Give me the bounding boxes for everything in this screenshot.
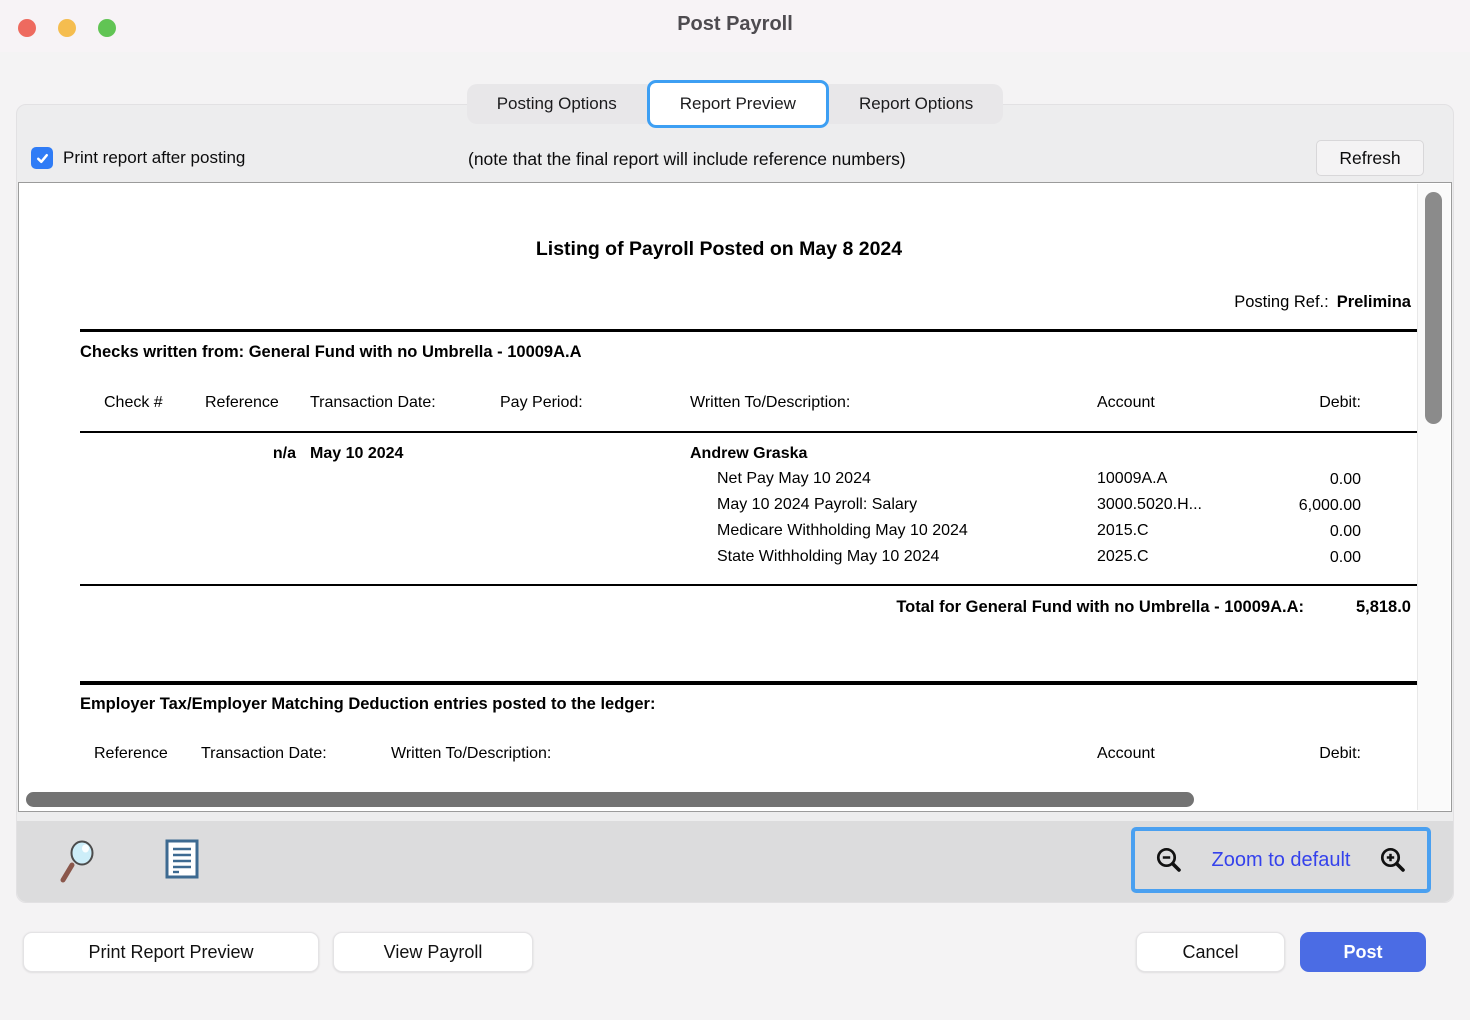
col-reference: Reference bbox=[94, 745, 168, 763]
checkmark-icon bbox=[35, 151, 50, 166]
row-trans-date: May 10 2024 bbox=[310, 445, 403, 463]
report-preview-area[interactable]: Listing of Payroll Posted on May 8 2024 … bbox=[18, 182, 1452, 812]
cancel-button[interactable]: Cancel bbox=[1136, 932, 1285, 972]
zoom-out-icon[interactable] bbox=[1155, 846, 1183, 874]
window-title: Post Payroll bbox=[0, 13, 1470, 36]
horizontal-scrollbar[interactable] bbox=[26, 792, 1194, 807]
col-debit: Debit: bbox=[1319, 745, 1361, 763]
col-account: Account bbox=[1097, 394, 1155, 412]
titlebar: Post Payroll bbox=[0, 0, 1470, 52]
col-reference: Reference bbox=[205, 394, 279, 412]
section-heading: Checks written from: General Fund with n… bbox=[80, 343, 582, 362]
refresh-button[interactable]: Refresh bbox=[1316, 140, 1424, 176]
col-written-to: Written To/Description: bbox=[690, 394, 850, 412]
report-title: Listing of Payroll Posted on May 8 2024 bbox=[19, 238, 1419, 261]
line-debit: 0.00 bbox=[1330, 523, 1361, 541]
col-written-to: Written To/Description: bbox=[391, 745, 551, 763]
col-account: Account bbox=[1097, 745, 1155, 763]
document-icon[interactable] bbox=[165, 839, 199, 879]
line-debit: 0.00 bbox=[1330, 549, 1361, 567]
line-account: 3000.5020.H... bbox=[1097, 496, 1202, 514]
col-pay-period: Pay Period: bbox=[500, 394, 583, 412]
line-desc: Medicare Withholding May 10 2024 bbox=[717, 522, 968, 540]
divider bbox=[80, 681, 1418, 685]
print-report-checkbox[interactable] bbox=[31, 147, 53, 169]
divider bbox=[80, 584, 1418, 586]
line-debit: 6,000.00 bbox=[1299, 497, 1361, 515]
divider bbox=[80, 329, 1418, 332]
tab-report-options[interactable]: Report Options bbox=[829, 84, 1003, 124]
reference-note: (note that the final report will include… bbox=[468, 149, 906, 170]
section-heading: Employer Tax/Employer Matching Deduction… bbox=[80, 695, 655, 714]
print-report-option: Print report after posting bbox=[31, 147, 245, 169]
print-report-preview-button[interactable]: Print Report Preview bbox=[23, 932, 319, 972]
col-trans-date: Transaction Date: bbox=[310, 394, 436, 412]
row-reference: n/a bbox=[205, 445, 296, 463]
zoom-control: Zoom to default bbox=[1131, 827, 1431, 893]
col-trans-date: Transaction Date: bbox=[201, 745, 327, 763]
zoom-to-default-button[interactable]: Zoom to default bbox=[1212, 849, 1351, 872]
line-desc: State Withholding May 10 2024 bbox=[717, 548, 939, 566]
zoom-in-icon[interactable] bbox=[1379, 846, 1407, 874]
tab-posting-options[interactable]: Posting Options bbox=[467, 84, 647, 124]
line-debit: 0.00 bbox=[1330, 471, 1361, 489]
magnifier-icon[interactable] bbox=[59, 839, 97, 885]
divider bbox=[80, 431, 1418, 433]
col-check: Check # bbox=[104, 394, 163, 412]
view-payroll-button[interactable]: View Payroll bbox=[333, 932, 533, 972]
col-debit: Debit: bbox=[1319, 394, 1361, 412]
line-account: 10009A.A bbox=[1097, 470, 1167, 488]
post-payroll-window: Post Payroll bbox=[0, 0, 1470, 1020]
post-button[interactable]: Post bbox=[1300, 932, 1426, 972]
preview-toolbar: Zoom to default bbox=[17, 821, 1453, 902]
row-payee: Andrew Graska bbox=[690, 445, 807, 463]
print-report-checkbox-label: Print report after posting bbox=[63, 148, 245, 168]
posting-ref: Posting Ref.:Prelimina bbox=[1234, 293, 1411, 312]
tab-bar: Posting Options Report Preview Report Op… bbox=[0, 84, 1470, 124]
tab-report-preview[interactable]: Report Preview bbox=[647, 80, 829, 128]
line-desc: May 10 2024 Payroll: Salary bbox=[717, 496, 917, 514]
total-value: 5,818.0 bbox=[1356, 598, 1411, 617]
line-account: 2025.C bbox=[1097, 548, 1149, 566]
vertical-scrollbar-track[interactable] bbox=[1417, 184, 1450, 810]
line-desc: Net Pay May 10 2024 bbox=[717, 470, 871, 488]
line-account: 2015.C bbox=[1097, 522, 1149, 540]
vertical-scrollbar[interactable] bbox=[1425, 192, 1442, 424]
total-label: Total for General Fund with no Umbrella … bbox=[896, 598, 1304, 617]
